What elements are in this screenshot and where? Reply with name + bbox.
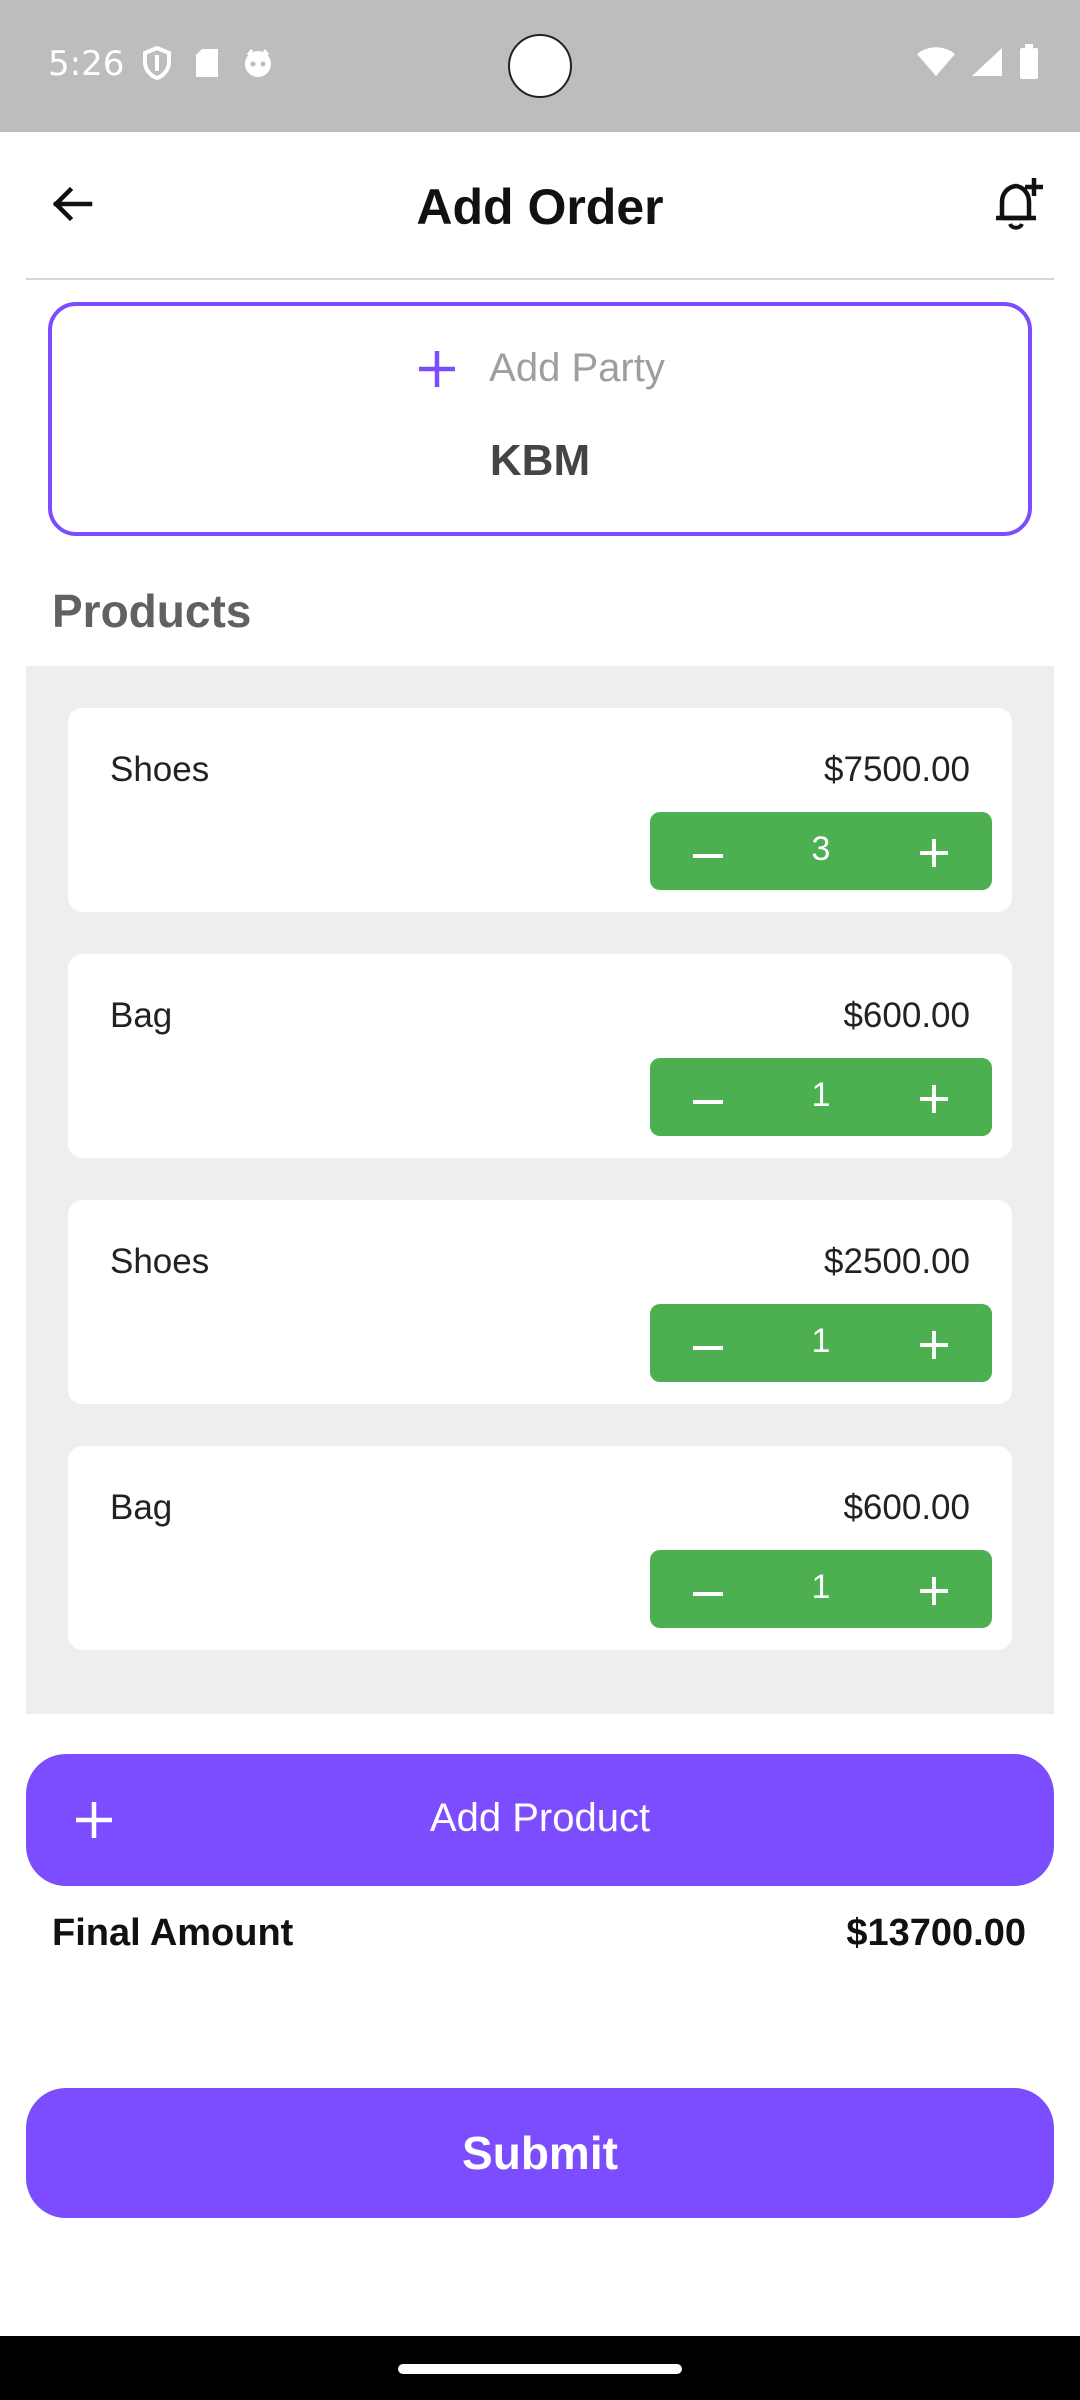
status-time: 5:26 bbox=[48, 44, 125, 84]
notification-face-icon bbox=[242, 47, 274, 84]
app-bar: Add Order bbox=[0, 132, 1080, 278]
plus-icon bbox=[415, 347, 459, 391]
status-bar: 5:26 bbox=[0, 0, 1080, 132]
add-party-row[interactable]: Add Party bbox=[52, 346, 1028, 391]
wifi-icon bbox=[916, 46, 956, 83]
product-card: Bag $600.00 1 bbox=[68, 954, 1012, 1158]
home-gesture-handle[interactable] bbox=[398, 2364, 682, 2374]
increase-quantity-button[interactable] bbox=[912, 1075, 956, 1119]
product-name: Bag bbox=[110, 1488, 173, 1527]
sd-card-icon bbox=[194, 47, 220, 84]
products-list: Shoes $7500.00 3 Bag $600.00 1 Shoes $25… bbox=[26, 666, 1054, 1714]
product-card: Shoes $7500.00 3 bbox=[68, 708, 1012, 912]
final-amount-label: Final Amount bbox=[52, 1912, 294, 1954]
submit-label: Submit bbox=[462, 2127, 618, 2179]
bell-plus-icon bbox=[988, 174, 1048, 239]
plus-icon bbox=[920, 1577, 948, 1605]
party-selector[interactable]: Add Party KBM bbox=[48, 302, 1032, 536]
add-notification-button[interactable] bbox=[982, 170, 1054, 242]
product-card: Bag $600.00 1 bbox=[68, 1446, 1012, 1650]
products-heading: Products bbox=[52, 585, 252, 637]
system-navigation-bar bbox=[0, 2336, 1080, 2400]
shield-icon bbox=[142, 45, 172, 85]
plus-icon bbox=[920, 839, 948, 867]
product-price: $600.00 bbox=[843, 1488, 970, 1527]
increase-quantity-button[interactable] bbox=[912, 1567, 956, 1611]
product-name: Bag bbox=[110, 996, 173, 1035]
product-card: Shoes $2500.00 1 bbox=[68, 1200, 1012, 1404]
add-product-button[interactable]: Add Product bbox=[26, 1754, 1054, 1886]
quantity-stepper: 3 bbox=[650, 812, 992, 890]
product-name: Shoes bbox=[110, 1242, 210, 1281]
increase-quantity-button[interactable] bbox=[912, 1321, 956, 1365]
increase-quantity-button[interactable] bbox=[912, 829, 956, 873]
quantity-stepper: 1 bbox=[650, 1304, 992, 1382]
header-divider bbox=[26, 278, 1054, 280]
quantity-stepper: 1 bbox=[650, 1058, 992, 1136]
plus-icon bbox=[920, 1085, 948, 1113]
cell-signal-icon bbox=[970, 46, 1004, 83]
status-icons-left bbox=[142, 45, 274, 85]
plus-icon bbox=[920, 1331, 948, 1359]
page-title: Add Order bbox=[416, 179, 664, 235]
selected-party-name: KBM bbox=[489, 436, 591, 485]
product-price: $7500.00 bbox=[824, 750, 970, 789]
product-name: Shoes bbox=[110, 750, 210, 789]
add-product-label: Add Product bbox=[429, 1796, 651, 1840]
quantity-stepper: 1 bbox=[650, 1550, 992, 1628]
final-amount-value: $13700.00 bbox=[846, 1912, 1026, 1954]
submit-button[interactable]: Submit bbox=[26, 2088, 1054, 2218]
product-price: $600.00 bbox=[843, 996, 970, 1035]
status-icons-right bbox=[916, 44, 1040, 85]
battery-icon bbox=[1018, 44, 1040, 85]
camera-cutout bbox=[508, 34, 572, 98]
add-party-label: Add Party bbox=[489, 346, 665, 390]
product-price: $2500.00 bbox=[824, 1242, 970, 1281]
